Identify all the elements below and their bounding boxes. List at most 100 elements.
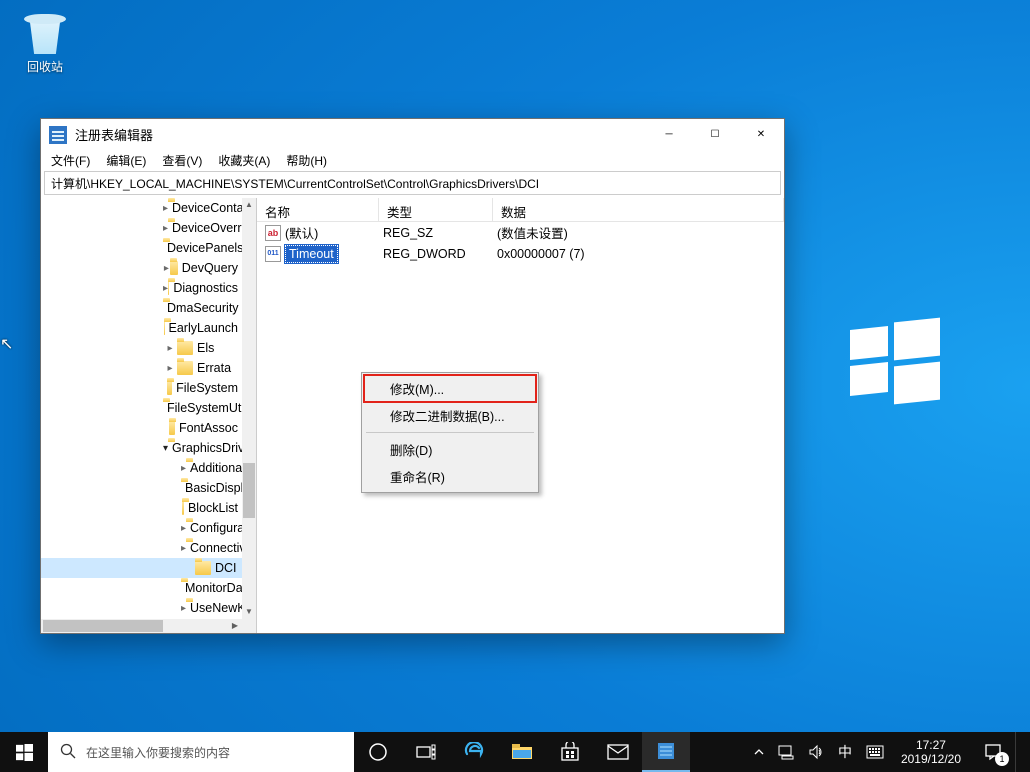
context-menu-item[interactable]: 修改二进制数据(B)... (364, 402, 536, 429)
recycle-bin-icon[interactable]: 回收站 (10, 10, 80, 75)
action-center-icon[interactable]: 1 (971, 732, 1015, 772)
tree-item[interactable]: ▸Els (41, 338, 242, 358)
value-data: (数值未设置) (493, 223, 784, 242)
taskbar-search[interactable]: 在这里输入你要搜索的内容 (48, 732, 354, 772)
expand-arrow-icon[interactable]: ▸ (163, 203, 168, 214)
tree-item[interactable]: DmaSecurity (41, 298, 242, 318)
tree-item[interactable]: ▸ DevQuery (41, 258, 242, 278)
menu-file[interactable]: 文件(F) (43, 150, 98, 171)
explorer-icon[interactable] (498, 732, 546, 772)
address-text: 计算机\HKEY_LOCAL_MACHINE\SYSTEM\CurrentCon… (51, 175, 539, 192)
col-type[interactable]: 类型 (379, 198, 493, 221)
expand-arrow-icon[interactable]: ▸ (181, 543, 186, 554)
regedit-taskbar-icon[interactable] (642, 732, 690, 772)
expand-arrow-icon[interactable]: ▾ (163, 443, 168, 454)
tray-chevron-icon[interactable] (747, 732, 771, 772)
tree-vscrollbar[interactable] (242, 198, 256, 619)
tree-item-label: GraphicsDriv (172, 441, 242, 455)
volume-icon[interactable] (801, 732, 831, 772)
tree-item-label: BasicDispl (185, 481, 242, 495)
tree-item[interactable]: ▸ DeviceContai (41, 198, 242, 218)
tree-item[interactable]: DevicePanels (41, 238, 242, 258)
minimize-button[interactable]: ─ (646, 119, 692, 150)
tree-item[interactable]: MonitorDa (41, 578, 242, 598)
folder-icon (167, 381, 172, 395)
tree-item[interactable]: EarlyLaunch (41, 318, 242, 338)
tree-item[interactable]: ▸ Additional (41, 458, 242, 478)
start-button[interactable] (0, 732, 48, 772)
clock-date: 2019/12/20 (901, 752, 961, 766)
folder-icon (164, 321, 165, 335)
expand-arrow-icon[interactable]: ▸ (163, 363, 177, 374)
menu-fav[interactable]: 收藏夹(A) (210, 150, 278, 171)
context-menu-item[interactable]: 修改(M)... (364, 375, 536, 402)
tree-item[interactable]: FileSystem (41, 378, 242, 398)
expand-arrow-icon[interactable]: ▸ (181, 523, 186, 534)
tree-item-label: FileSystemUti (167, 401, 242, 415)
tree-item[interactable]: BlockList (41, 498, 242, 518)
tree-item[interactable]: ▸ DeviceOverri (41, 218, 242, 238)
value-data: 0x00000007 (7) (493, 247, 784, 261)
menubar: 文件(F) 编辑(E) 查看(V) 收藏夹(A) 帮助(H) (41, 150, 784, 171)
tree-item[interactable]: ▸Diagnostics (41, 278, 242, 298)
value-row[interactable]: 011TimeoutREG_DWORD0x00000007 (7) (257, 243, 784, 264)
show-desktop-button[interactable] (1015, 732, 1030, 772)
expand-arrow-icon[interactable]: ▸ (181, 463, 186, 474)
tree-item[interactable]: ▸Configurat (41, 518, 242, 538)
registry-tree: ▸DeviceContai▸DeviceOverriDevicePanels▸D… (41, 198, 257, 633)
expand-arrow-icon[interactable]: ▸ (181, 603, 186, 614)
edge-icon[interactable] (450, 732, 498, 772)
close-button[interactable]: ✕ (738, 119, 784, 150)
col-data[interactable]: 数据 (493, 198, 784, 221)
tree-hscrollbar[interactable] (41, 619, 242, 633)
tree-item[interactable]: FileSystemUti (41, 398, 242, 418)
value-name: Timeout (285, 245, 338, 263)
tree-item[interactable]: FontAssoc (41, 418, 242, 438)
tree-item[interactable]: ▸ UseNewKe (41, 598, 242, 618)
tree-item[interactable]: ▸Errata (41, 358, 242, 378)
search-placeholder: 在这里输入你要搜索的内容 (86, 744, 230, 761)
mail-icon[interactable] (594, 732, 642, 772)
tree-item-label: UseNewKe (190, 601, 242, 615)
task-view-icon[interactable] (402, 732, 450, 772)
expand-arrow-icon[interactable]: ▸ (163, 223, 168, 234)
tree-item[interactable]: ▸Connectivi (41, 538, 242, 558)
tree-item[interactable]: ▾ GraphicsDriv (41, 438, 242, 458)
titlebar[interactable]: 注册表编辑器 ─ ☐ ✕ (41, 119, 784, 150)
expand-arrow-icon[interactable]: ▸ (163, 263, 170, 274)
app-icon (49, 126, 67, 144)
tree-item-label: DeviceOverri (172, 221, 242, 235)
tree-item[interactable]: DCI (41, 558, 242, 578)
tree-item-label: Additional (190, 461, 242, 475)
tree-item[interactable]: BasicDispl (41, 478, 242, 498)
context-menu-item[interactable]: 删除(D) (364, 436, 536, 463)
maximize-button[interactable]: ☐ (692, 119, 738, 150)
address-bar[interactable]: 计算机\HKEY_LOCAL_MACHINE\SYSTEM\CurrentCon… (44, 171, 781, 195)
tree-item-label: DeviceContai (172, 201, 242, 215)
tree-item-label: FileSystem (176, 381, 238, 395)
value-name: (默认) (285, 223, 318, 242)
folder-icon (195, 561, 211, 575)
value-row[interactable]: ab(默认)REG_SZ(数值未设置) (257, 222, 784, 243)
ime-indicator[interactable]: 中 (831, 732, 859, 772)
cortana-icon[interactable] (354, 732, 402, 772)
notif-badge: 1 (995, 752, 1009, 766)
expand-arrow-icon[interactable]: ▸ (163, 343, 177, 354)
tree-item-label: DevQuery (182, 261, 238, 275)
windows-logo (850, 320, 940, 400)
taskbar-clock[interactable]: 17:27 2019/12/20 (891, 732, 971, 772)
ime-keyboard-icon[interactable] (859, 732, 891, 772)
tree-item-label: DCI (215, 561, 237, 575)
menu-view[interactable]: 查看(V) (154, 150, 210, 171)
context-menu-item[interactable]: 重命名(R) (364, 463, 536, 490)
folder-icon (168, 281, 169, 295)
system-tray: 中 17:27 2019/12/20 1 (747, 732, 1030, 772)
folder-icon (169, 421, 175, 435)
col-name[interactable]: 名称 (257, 198, 379, 221)
clock-time: 17:27 (916, 738, 946, 752)
network-icon[interactable] (771, 732, 801, 772)
menu-edit[interactable]: 编辑(E) (98, 150, 154, 171)
tree-item-label: EarlyLaunch (169, 321, 239, 335)
menu-help[interactable]: 帮助(H) (278, 150, 335, 171)
store-icon[interactable] (546, 732, 594, 772)
